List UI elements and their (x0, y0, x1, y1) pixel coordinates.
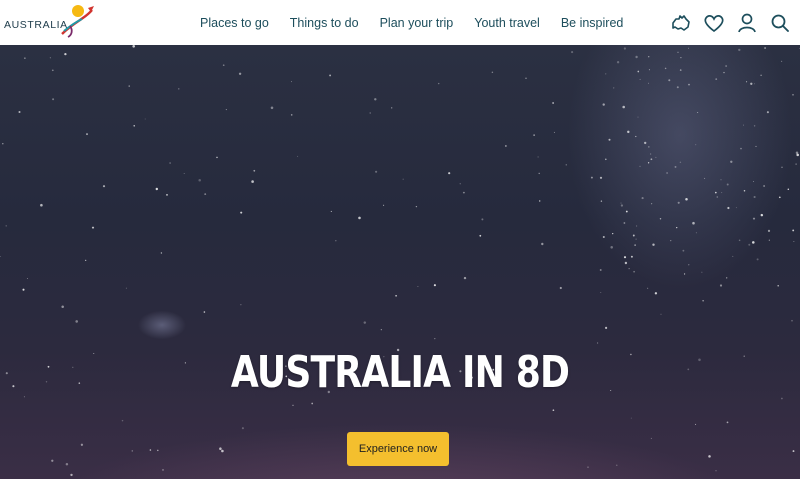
hero-title: AUSTRALIA IN 8D (230, 347, 570, 398)
search-icon[interactable] (768, 11, 792, 35)
kangaroo-logo-icon (61, 5, 94, 38)
australia-logo[interactable]: AUSTRALIA (4, 4, 96, 40)
nav-be-inspired[interactable]: Be inspired (561, 16, 624, 30)
site-header: AUSTRALIA Places to go Things to do Plan… (0, 0, 800, 45)
nav-plan-your-trip[interactable]: Plan your trip (380, 16, 454, 30)
nav-youth-travel[interactable]: Youth travel (474, 16, 540, 30)
nav-places-to-go[interactable]: Places to go (200, 16, 269, 30)
starfield-background (0, 45, 800, 477)
main-nav: Places to go Things to do Plan your trip… (200, 0, 644, 45)
nav-things-to-do[interactable]: Things to do (290, 16, 359, 30)
australia-map-icon[interactable] (669, 11, 693, 35)
user-icon[interactable] (735, 11, 759, 35)
experience-now-button[interactable]: Experience now (347, 432, 449, 466)
header-icon-group (660, 0, 792, 45)
heart-icon[interactable] (702, 11, 726, 35)
hero-banner: AUSTRALIA IN 8D Experience now (0, 45, 800, 479)
